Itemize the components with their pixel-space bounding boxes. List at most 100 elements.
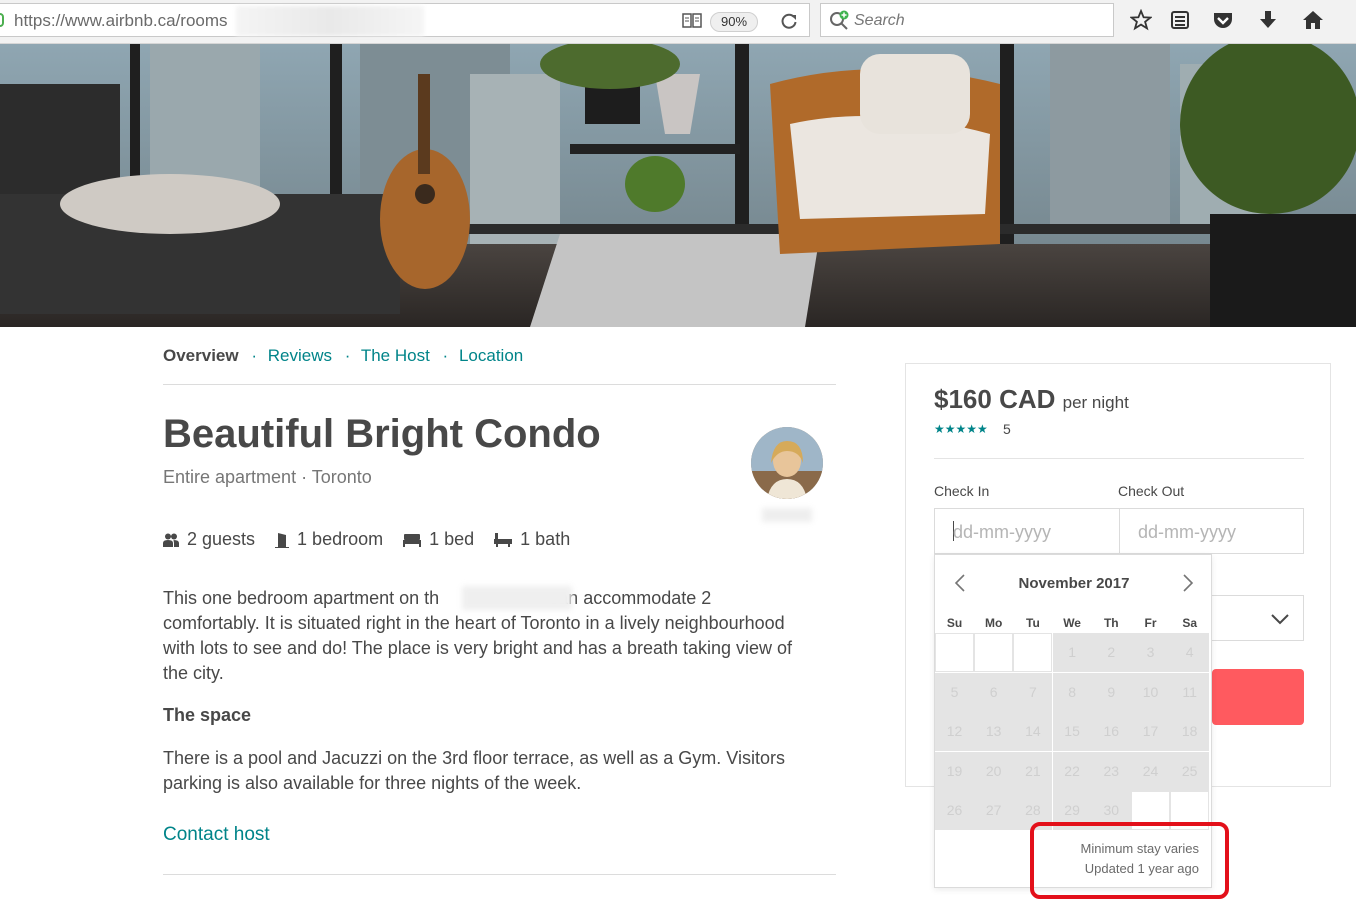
calendar-day-blocked[interactable]: 10 xyxy=(1131,672,1170,712)
address-bar[interactable]: https://www.airbnb.ca/rooms 90% xyxy=(0,3,810,37)
zoom-level-badge[interactable]: 90% xyxy=(710,12,758,32)
check-out-label: Check Out xyxy=(1118,483,1185,499)
host-photo xyxy=(751,427,823,499)
door-icon xyxy=(275,532,290,548)
download-icon[interactable] xyxy=(1257,9,1279,31)
check-in-input[interactable]: dd-mm-yyyy xyxy=(953,522,1051,543)
rating-stars: ★★★★★ xyxy=(934,422,988,436)
calendar-empty-cell xyxy=(935,633,974,672)
calendar-day-blocked[interactable]: 17 xyxy=(1131,712,1170,751)
guests-label: 2 guests xyxy=(187,529,256,549)
amenity-bath: 1 bath xyxy=(494,529,570,550)
address-redacted xyxy=(462,586,572,610)
space-description: There is a pool and Jacuzzi on the 3rd f… xyxy=(163,748,785,793)
search-icon xyxy=(830,10,849,30)
day-of-week-label: We xyxy=(1063,616,1081,630)
divider xyxy=(163,874,836,875)
calendar-day-blocked[interactable]: 15 xyxy=(1052,712,1092,751)
living-room-photo xyxy=(0,44,1356,327)
price-amount: $160 CAD xyxy=(934,384,1056,414)
nav-separator: · xyxy=(251,346,258,365)
calendar-day-blocked[interactable]: 18 xyxy=(1170,712,1210,751)
lock-icon xyxy=(0,13,4,27)
calendar-day-blocked[interactable]: 22 xyxy=(1052,751,1092,791)
description-part-2: can accommodate 2 xyxy=(549,588,712,608)
day-of-week-label: Th xyxy=(1103,616,1119,630)
guests-select[interactable] xyxy=(1212,595,1304,641)
home-icon[interactable] xyxy=(1302,9,1324,31)
chevron-right-icon[interactable] xyxy=(1177,573,1197,593)
bedroom-label: 1 bedroom xyxy=(297,529,384,549)
reload-icon[interactable] xyxy=(780,13,798,31)
day-of-week-label: Su xyxy=(946,616,963,630)
reader-view-icon[interactable] xyxy=(682,12,702,29)
calendar-day-blocked[interactable]: 3 xyxy=(1131,633,1170,672)
calendar-day-blocked[interactable]: 11 xyxy=(1170,672,1210,712)
calendar-day-blocked[interactable]: 1 xyxy=(1052,633,1092,672)
nav-reviews[interactable]: Reviews xyxy=(268,346,332,365)
calendar-day-blocked[interactable]: 27 xyxy=(974,791,1014,830)
calendar-day-blocked[interactable]: 5 xyxy=(935,672,974,712)
hero-photo[interactable] xyxy=(0,44,1356,327)
bed-label: 1 bed xyxy=(429,529,475,549)
day-of-week-label: Tu xyxy=(1026,616,1040,630)
calendar-day-blocked[interactable]: 8 xyxy=(1052,672,1092,712)
calendar-day-blocked[interactable]: 4 xyxy=(1170,633,1210,672)
amenity-guests: 2 guests xyxy=(163,529,255,550)
section-nav: Overview · Reviews · The Host · Location xyxy=(163,346,529,366)
divider xyxy=(163,384,836,385)
amenity-bed: 1 bed xyxy=(403,529,474,550)
search-placeholder: Search xyxy=(854,12,905,29)
library-icon[interactable] xyxy=(1169,9,1191,31)
date-separator xyxy=(1119,509,1120,553)
calendar-day-blocked[interactable]: 21 xyxy=(1013,751,1053,791)
calendar-day-blocked[interactable]: 12 xyxy=(935,712,974,751)
price: $160 CAD per night xyxy=(934,384,1129,415)
calendar-day-blocked[interactable]: 13 xyxy=(974,712,1014,751)
calendar-day-blocked[interactable]: 26 xyxy=(935,791,974,830)
bath-label: 1 bath xyxy=(520,529,571,549)
pocket-icon[interactable] xyxy=(1212,9,1234,31)
host-avatar[interactable] xyxy=(751,427,823,499)
calendar-day-blocked[interactable]: 23 xyxy=(1091,751,1131,791)
listing-subtitle: Entire apartment · Toronto xyxy=(163,467,372,487)
host-name-redacted xyxy=(762,508,812,522)
listing-title: Beautiful Bright Condo xyxy=(163,412,601,456)
nav-separator: · xyxy=(442,346,449,365)
bed-icon xyxy=(403,533,422,547)
space-heading: The space xyxy=(163,705,252,725)
calendar-day-blocked[interactable]: 19 xyxy=(935,751,974,791)
day-of-week-label: Fr xyxy=(1144,616,1157,630)
request-to-book-button[interactable] xyxy=(1212,669,1304,725)
calendar-empty-cell xyxy=(1013,633,1053,672)
review-count[interactable]: 5 xyxy=(1003,421,1011,437)
calendar-day-blocked[interactable]: 14 xyxy=(1013,712,1053,751)
contact-host-link[interactable]: Contact host xyxy=(163,824,270,846)
amenities-row: 2 guests 1 bedroom 1 bed 1 bath xyxy=(163,529,570,550)
nav-the-host[interactable]: The Host xyxy=(361,346,430,365)
calendar-day-blocked[interactable]: 6 xyxy=(974,672,1014,712)
nav-location[interactable]: Location xyxy=(459,346,523,365)
date-range-input: dd-mm-yyyy dd-mm-yyyy xyxy=(934,508,1304,554)
nav-overview[interactable]: Overview xyxy=(163,346,239,365)
day-of-week-label: Mo xyxy=(985,616,1003,630)
description-part-1: This one bedroom apartment on th xyxy=(163,588,440,608)
guests-icon xyxy=(163,533,179,547)
amenity-bedroom: 1 bedroom xyxy=(275,529,383,550)
calendar-day-blocked[interactable]: 7 xyxy=(1013,672,1053,712)
calendar-day-blocked[interactable]: 9 xyxy=(1091,672,1131,712)
bookmark-star-icon[interactable] xyxy=(1130,9,1152,31)
nav-separator: · xyxy=(344,346,351,365)
calendar-day-blocked[interactable]: 2 xyxy=(1091,633,1131,672)
browser-toolbar: https://www.airbnb.ca/rooms 90% Search xyxy=(0,0,1356,44)
calendar-day-blocked[interactable]: 16 xyxy=(1091,712,1131,751)
calendar-day-blocked[interactable]: 24 xyxy=(1131,751,1170,791)
url-redacted xyxy=(236,6,424,36)
calendar-day-blocked[interactable]: 20 xyxy=(974,751,1014,791)
calendar-month-title: November 2017 xyxy=(1018,575,1130,592)
day-of-week-label: Sa xyxy=(1182,616,1198,630)
check-out-input[interactable]: dd-mm-yyyy xyxy=(1138,522,1236,543)
calendar-day-blocked[interactable]: 25 xyxy=(1170,751,1210,791)
browser-search-bar[interactable]: Search xyxy=(820,3,1114,37)
url-text: https://www.airbnb.ca/rooms xyxy=(14,11,228,30)
